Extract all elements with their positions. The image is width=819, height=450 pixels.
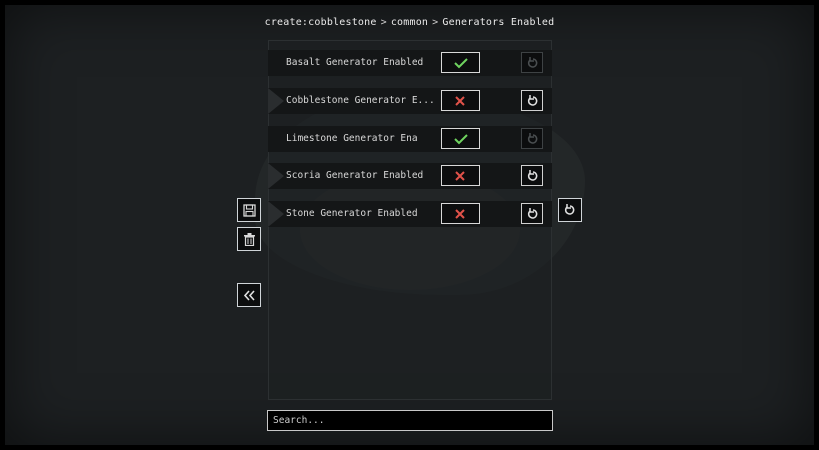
breadcrumb-separator: > — [432, 17, 439, 28]
row-indicator — [268, 163, 284, 189]
row-indicator — [268, 88, 284, 114]
option-label: Basalt Generator Enabled — [286, 57, 424, 68]
breadcrumb-mod[interactable]: create:cobblestone — [265, 17, 377, 28]
toggle-button[interactable] — [441, 203, 480, 224]
reset-icon — [527, 170, 538, 181]
breadcrumb-separator: > — [380, 17, 387, 28]
cross-icon — [455, 171, 465, 181]
breadcrumb-current: Generators Enabled — [442, 17, 555, 28]
save-button[interactable] — [237, 198, 261, 222]
option-label: Stone Generator Enabled — [286, 208, 418, 219]
reset-all-button[interactable] — [558, 198, 582, 222]
double-chevron-left-icon — [243, 290, 255, 301]
option-row-stone: Stone Generator Enabled — [268, 201, 552, 227]
toggle-button[interactable] — [441, 90, 480, 111]
breadcrumb: create:cobblestone > common > Generators Ena… — [0, 17, 819, 28]
reset-button[interactable] — [521, 203, 543, 224]
toggle-button[interactable] — [441, 52, 480, 73]
reset-button[interactable] — [521, 90, 543, 111]
option-label: Cobblestone Generator E... — [286, 95, 435, 106]
reset-icon — [527, 95, 538, 106]
option-label: Scoria Generator Enabled — [286, 170, 424, 181]
option-row-limestone: Limestone Generator Ena — [268, 126, 552, 152]
reset-icon — [564, 204, 575, 215]
option-row-scoria: Scoria Generator Enabled — [268, 163, 552, 189]
breadcrumb-category[interactable]: common — [391, 17, 428, 28]
option-row-cobblestone: Cobblestone Generator E... — [268, 88, 552, 114]
check-icon — [454, 134, 468, 145]
option-row-basalt: Basalt Generator Enabled — [268, 50, 552, 76]
reset-icon — [527, 208, 538, 219]
reset-icon — [527, 133, 538, 144]
save-icon — [243, 204, 256, 217]
toggle-button[interactable] — [441, 128, 480, 149]
check-icon — [454, 58, 468, 69]
cross-icon — [455, 96, 465, 106]
delete-button[interactable] — [237, 227, 261, 251]
reset-button[interactable] — [521, 165, 543, 186]
trash-icon — [244, 233, 255, 246]
reset-button[interactable] — [521, 128, 543, 149]
reset-icon — [527, 57, 538, 68]
option-label: Limestone Generator Ena — [286, 133, 418, 144]
search-input[interactable] — [267, 410, 553, 431]
toggle-button[interactable] — [441, 165, 480, 186]
row-indicator — [268, 201, 284, 227]
cross-icon — [455, 209, 465, 219]
back-button[interactable] — [237, 283, 261, 307]
reset-button[interactable] — [521, 52, 543, 73]
